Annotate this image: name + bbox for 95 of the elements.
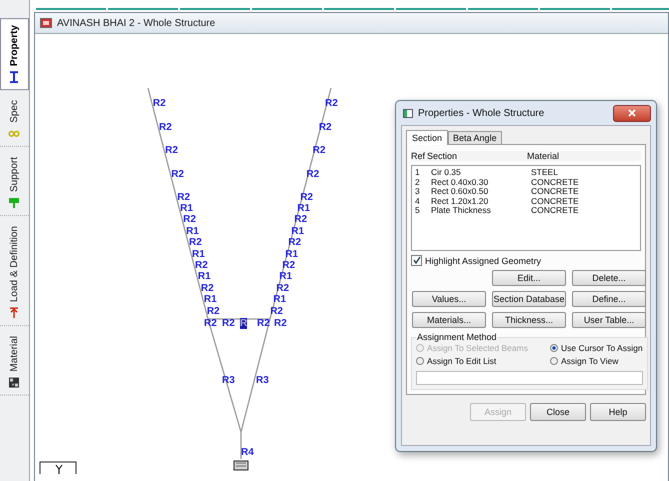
checkbox[interactable]: [411, 255, 422, 266]
member-label: R2: [194, 260, 208, 271]
member-label: R2: [206, 306, 220, 317]
support-icon: [234, 460, 248, 470]
column-header: Ref: [411, 151, 427, 161]
dialog-button[interactable]: Help: [590, 403, 646, 421]
table-cell-text: CONCRETE: [531, 187, 580, 196]
dialog-title: Properties - Whole Structure: [418, 108, 546, 118]
sidebar-tab[interactable]: Support: [0, 150, 29, 216]
member-label: R2: [152, 98, 166, 109]
dialog-tab[interactable]: Section: [406, 130, 448, 145]
axis-icon: [40, 462, 76, 474]
radio-option[interactable]: Use Cursor To Assign: [550, 343, 643, 353]
close-icon[interactable]: [613, 104, 651, 122]
radio-button[interactable]: [550, 357, 558, 365]
dialog-button[interactable]: Section Database: [492, 291, 566, 307]
load-icon: [8, 307, 20, 320]
member-label: R2: [257, 318, 270, 329]
table-cell-text: Rect 0.60x0.50: [431, 187, 490, 196]
column-header: Section: [427, 151, 527, 161]
member-label: R2: [183, 214, 196, 226]
table-cell-text: 1: [415, 168, 421, 178]
member-label: R2: [288, 237, 302, 248]
support-icon: [8, 196, 20, 209]
table-cell-text: CONCRETE: [531, 178, 580, 187]
radio-button[interactable]: [416, 357, 424, 365]
radio-option[interactable]: Assign To View: [550, 356, 643, 366]
column-header: Material: [527, 151, 641, 161]
ibeam-icon: [8, 71, 20, 84]
member-label: R2: [204, 318, 217, 329]
dialog-button[interactable]: User Table...: [572, 312, 646, 328]
dialog-button[interactable]: Materials...: [412, 312, 486, 328]
member-label: R2: [222, 318, 235, 329]
section-list[interactable]: 1 Cir 0.35 STEEL 2 Rect 0.40x0.30 CONCRETE 3 Rect 0.60x0.50 CONCRETE 4 Rect 1.20x1.20 CONCRETE 5 Plate Thickness CONCRETE: [411, 165, 641, 251]
dialog-tab[interactable]: Beta Angle: [448, 131, 502, 144]
input-field[interactable]: [416, 371, 643, 385]
member-label: R: [240, 318, 248, 329]
member-label: R2: [165, 145, 178, 156]
member-label: R3: [256, 375, 269, 386]
member-label: R1: [204, 294, 217, 306]
group-title: Assignment Method: [416, 332, 498, 342]
material-icon: [8, 376, 20, 389]
member-label: R2: [270, 306, 283, 317]
table-cell-text: Cir 0.35: [431, 168, 462, 178]
table-cell-text: Rect 0.40x0.30: [431, 178, 490, 187]
member-label: R2: [177, 192, 190, 203]
checkbox-label: Highlight Assigned Geometry: [425, 256, 542, 266]
window-icon: [40, 18, 52, 28]
dialog-button[interactable]: Edit...: [492, 270, 566, 286]
table-cell-text: 3: [415, 187, 421, 196]
member-label: R2: [300, 192, 313, 203]
member-label: R2: [276, 282, 290, 294]
member-label: R1: [192, 248, 205, 260]
table-cell-text: Plate Thickness: [431, 206, 492, 216]
radio-option[interactable]: Assign To Edit List: [416, 356, 548, 366]
table-cell-text: 4: [415, 196, 421, 206]
member-label: R2: [282, 260, 296, 271]
window-title: AVINASH BHAI 2 - Whole Structure: [57, 18, 216, 28]
member-label: R1: [180, 203, 193, 214]
sidebar-tab[interactable]: Material: [0, 330, 29, 396]
table-cell-text: CONCRETE: [531, 206, 580, 216]
table-cell-text: 2: [415, 178, 421, 187]
member-label: R2: [200, 282, 214, 294]
member-label: R2: [312, 145, 326, 156]
sidebar-tab[interactable]: Property: [0, 18, 29, 90]
radio-button[interactable]: [550, 344, 558, 352]
member-label: R1: [186, 226, 199, 237]
member-label: R1: [285, 248, 298, 260]
dialog-button[interactable]: Values...: [412, 291, 486, 307]
member-label: R1: [273, 294, 286, 306]
member-label: R3: [222, 375, 235, 386]
window-icon: [403, 108, 413, 118]
table-cell-text: 5: [415, 206, 421, 216]
member-label: R4: [241, 447, 254, 458]
member-label: R1: [291, 226, 304, 237]
sidebar-tab[interactable]: Spec: [0, 94, 29, 147]
table-cell-text: Rect 1.20x1.20: [431, 196, 490, 206]
member-label: R1: [297, 203, 310, 214]
dialog-button[interactable]: Delete...: [572, 270, 646, 286]
member-label: R2: [189, 237, 202, 248]
dialog-button[interactable]: Thickness...: [492, 312, 566, 328]
member-label: R2: [294, 214, 308, 226]
member-label: R2: [325, 98, 338, 109]
sidebar-tab[interactable]: Load & Definition: [0, 220, 29, 326]
member-label: R2: [171, 168, 184, 180]
member-label: R2: [318, 122, 332, 132]
table-cell-text: STEEL: [531, 168, 559, 178]
table-cell-text: CONCRETE: [531, 196, 580, 206]
dialog-button[interactable]: Close: [530, 403, 586, 421]
member-label: R1: [279, 271, 292, 282]
member-label: R2: [306, 168, 320, 180]
member-label: R2: [159, 122, 172, 132]
member-label: R2: [274, 318, 287, 329]
member-label: R1: [198, 271, 211, 282]
dialog-button[interactable]: Define...: [572, 291, 646, 307]
